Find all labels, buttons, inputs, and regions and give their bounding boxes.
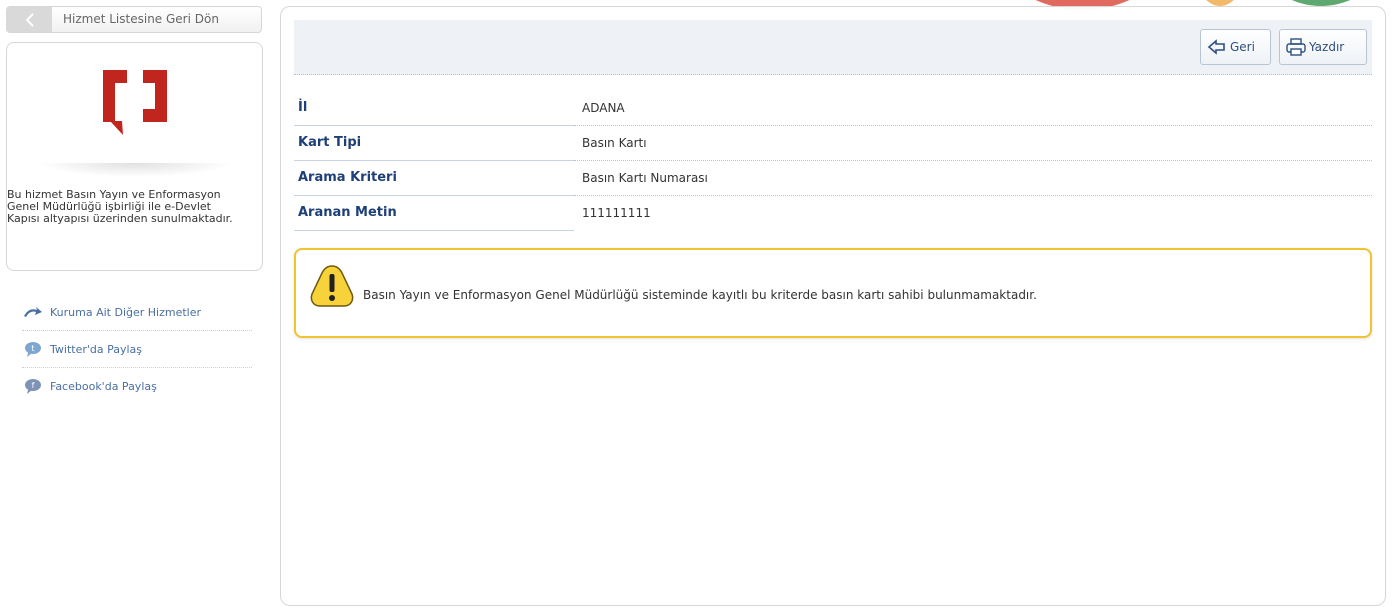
detail-value: Basın Kartı Numarası — [582, 171, 708, 185]
twitter-icon: t — [22, 341, 44, 357]
other-services-label: Kuruma Ait Diğer Hizmetler — [50, 305, 202, 319]
toolbar: Geri Yazdır — [294, 20, 1372, 75]
back-button-label: Geri — [1230, 40, 1255, 54]
twitter-share-label: Twitter'da Paylaş — [50, 342, 143, 356]
detail-key: Arama Kriteri — [298, 170, 397, 185]
back-arrow-icon — [1207, 39, 1225, 55]
query-details: İl ADANA Kart Tipi Basın Kartı Arama Kri… — [294, 91, 1372, 231]
detail-key: Kart Tipi — [298, 135, 362, 150]
detail-value: 111111111 — [582, 206, 651, 220]
institution-info-panel: Bu hizmet Basın Yayın ve Enformasyon Gen… — [6, 42, 263, 271]
print-button-label: Yazdır — [1309, 40, 1345, 54]
twitter-share-link[interactable]: t Twitter'da Paylaş — [22, 331, 252, 368]
facebook-share-link[interactable]: f Facebook'da Paylaş — [22, 368, 252, 404]
svg-text:f: f — [32, 381, 35, 390]
chevron-left-icon — [7, 7, 52, 32]
arrow-icon — [22, 304, 44, 320]
facebook-share-label: Facebook'da Paylaş — [50, 379, 157, 393]
side-links: Kuruma Ait Diğer Hizmetler t Twitter'da … — [22, 294, 252, 404]
detail-row: Kart Tipi Basın Kartı — [294, 126, 1372, 161]
divider — [294, 230, 574, 231]
detail-value: Basın Kartı — [582, 136, 647, 150]
other-services-link[interactable]: Kuruma Ait Diğer Hizmetler — [22, 294, 252, 331]
warning-icon — [310, 265, 354, 307]
warning-message: Basın Yayın ve Enformasyon Genel Müdürlü… — [363, 288, 1037, 302]
print-button[interactable]: Yazdır — [1279, 29, 1367, 65]
detail-value: ADANA — [582, 101, 625, 115]
warning-alert: Basın Yayın ve Enformasyon Genel Müdürlü… — [294, 248, 1372, 338]
result-panel: Geri Yazdır İl ADANA Kart Tipi Basın Kar… — [280, 6, 1386, 606]
detail-row: Arama Kriteri Basın Kartı Numarası — [294, 161, 1372, 196]
logo-shadow — [37, 163, 234, 177]
service-info-text: Bu hizmet Basın Yayın ve Enformasyon Gen… — [7, 188, 233, 225]
printer-icon — [1286, 38, 1306, 56]
svg-text:t: t — [31, 344, 34, 353]
detail-key: İl — [298, 100, 308, 115]
institution-logo — [103, 70, 167, 135]
back-to-list-button[interactable]: Hizmet Listesine Geri Dön — [6, 6, 262, 33]
detail-row: Aranan Metin 111111111 — [294, 196, 1372, 231]
facebook-icon: f — [22, 378, 44, 394]
detail-key: Aranan Metin — [298, 205, 397, 220]
detail-row: İl ADANA — [294, 91, 1372, 126]
back-to-list-label: Hizmet Listesine Geri Dön — [63, 12, 219, 26]
back-button[interactable]: Geri — [1200, 29, 1271, 65]
